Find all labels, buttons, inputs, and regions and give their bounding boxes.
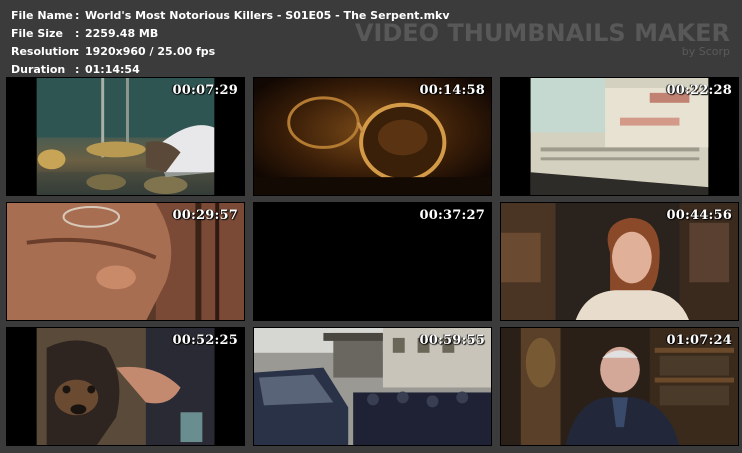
info-label: Resolution — [11, 45, 78, 58]
brand-watermark: VIDEO THUMBNAILS MAKER by Scorp — [355, 20, 730, 58]
info-value: 2259.48 MB — [85, 27, 159, 40]
thumbnail[interactable]: 00:44:56 — [500, 202, 739, 321]
thumbnail-timestamp: 00:52:25 — [172, 333, 238, 348]
thumbnail[interactable]: 00:59:55 — [253, 327, 492, 446]
thumbnail[interactable]: 00:07:29 — [6, 77, 245, 196]
thumbnail[interactable]: 00:52:25 — [6, 327, 245, 446]
thumbnail-timestamp: 01:07:24 — [666, 333, 732, 348]
thumbnail-timestamp: 00:22:28 — [666, 83, 732, 98]
info-label: File Size — [11, 27, 63, 40]
thumbnail[interactable]: 00:29:57 — [6, 202, 245, 321]
info-separator: : — [75, 27, 80, 40]
thumbnail[interactable]: 00:37:27 — [253, 202, 492, 321]
thumbnail[interactable]: 01:07:24 — [500, 327, 739, 446]
thumbnail-grid: 00:07:29 00:14:58 00:22:28 00:29:57 00:3… — [6, 77, 739, 446]
thumbnail-timestamp: 00:07:29 — [172, 83, 238, 98]
thumbnail-timestamp: 00:37:27 — [419, 208, 485, 223]
info-separator: : — [75, 45, 80, 58]
thumbnail-timestamp: 00:29:57 — [172, 208, 238, 223]
thumbnail-timestamp: 00:44:56 — [666, 208, 732, 223]
thumbnail[interactable]: 00:14:58 — [253, 77, 492, 196]
thumbnail[interactable]: 00:22:28 — [500, 77, 739, 196]
info-separator: : — [75, 9, 80, 22]
thumbnail-timestamp: 00:59:55 — [419, 333, 485, 348]
brand-title: VIDEO THUMBNAILS MAKER — [354, 19, 730, 47]
info-label: File Name — [11, 9, 73, 22]
info-value: 1920x960 / 25.00 fps — [85, 45, 216, 58]
thumbnail-timestamp: 00:14:58 — [419, 83, 485, 98]
